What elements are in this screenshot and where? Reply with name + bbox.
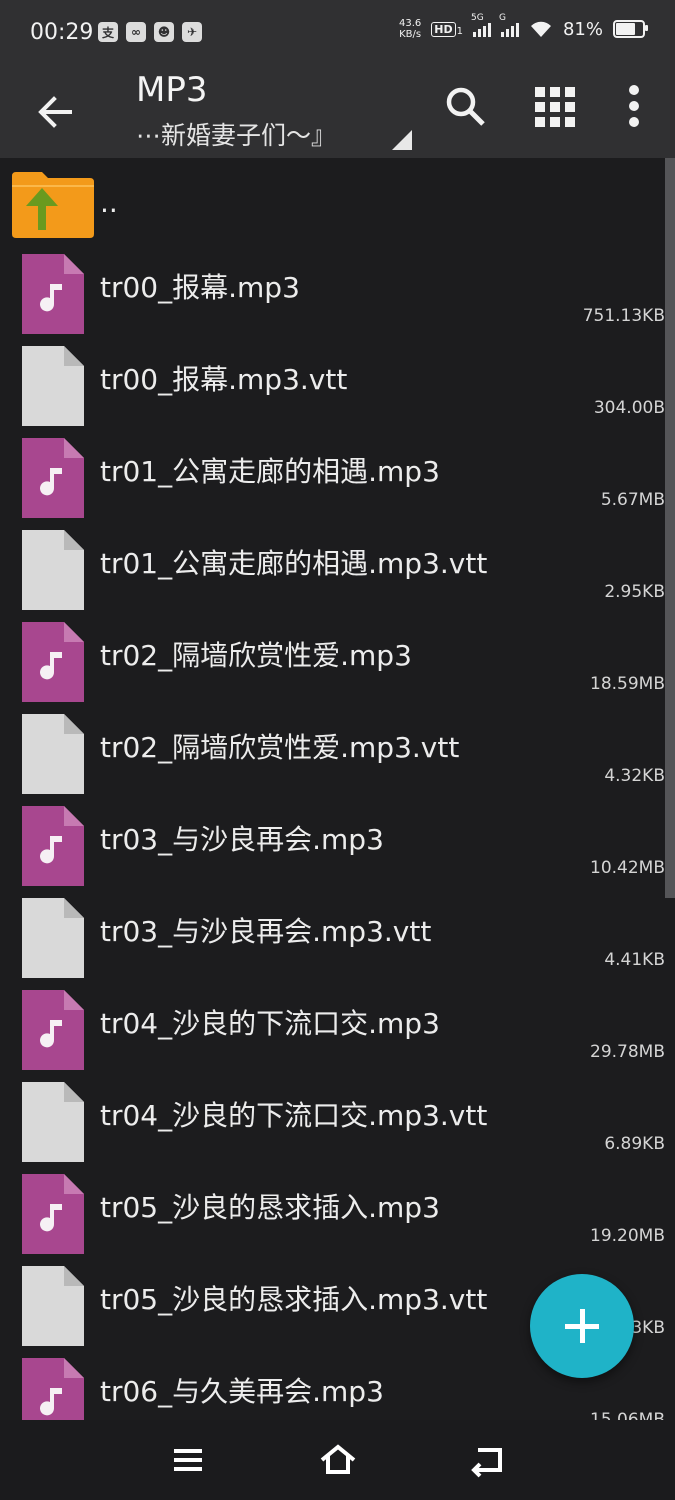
navigation-bar xyxy=(0,1420,675,1500)
audio-file-icon xyxy=(22,806,84,886)
file-row[interactable]: tr02_隔墙欣赏性爱.mp3.vtt 4.32KB xyxy=(0,706,665,798)
audio-file-icon xyxy=(22,990,84,1070)
wifi-icon xyxy=(530,21,551,37)
status-indicators: 43.6 KB/s HD 1 5G G 81% xyxy=(399,13,648,40)
file-name: tr02_隔墙欣赏性爱.mp3.vtt xyxy=(100,731,460,764)
file-row[interactable]: tr01_公寓走廊的相遇.mp3.vtt 2.95KB xyxy=(0,522,665,614)
back-nav-icon[interactable] xyxy=(468,1442,508,1478)
text-file-icon xyxy=(22,714,84,794)
battery-icon xyxy=(613,20,648,38)
text-file-icon xyxy=(22,1082,84,1162)
qq-icon: ☻ xyxy=(154,22,174,42)
page-title: MP3 xyxy=(136,70,208,110)
file-size: 18.59MB xyxy=(590,674,665,694)
text-file-icon xyxy=(22,1266,84,1346)
audio-file-icon xyxy=(22,1174,84,1254)
file-size: 2.95KB xyxy=(604,582,665,602)
parent-folder-label: .. xyxy=(100,186,118,219)
audio-file-icon xyxy=(22,438,84,518)
menu-icon[interactable] xyxy=(168,1442,208,1478)
file-name: tr05_沙良的恳求插入.mp3.vtt xyxy=(100,1283,488,1316)
file-list: .. tr00_报幕.mp3 751.13KB tr00_报幕.mp3.vtt 304… xyxy=(0,158,675,1420)
status-time: 00:29 xyxy=(30,20,94,45)
network-speed: 43.6 KB/s xyxy=(399,18,422,40)
status-bar: 00:29 支 ∞ ☻ ✈ 43.6 KB/s HD 1 5G G 81% xyxy=(0,0,675,68)
file-row[interactable]: tr00_报幕.mp3.vtt 304.00B xyxy=(0,338,665,430)
grid-view-icon[interactable] xyxy=(533,85,577,129)
file-row[interactable]: tr03_与沙良再会.mp3.vtt 4.41KB xyxy=(0,890,665,982)
file-row[interactable]: tr03_与沙良再会.mp3 10.42MB xyxy=(0,798,665,890)
link-app-icon: ∞ xyxy=(126,22,146,42)
file-size: 5.67MB xyxy=(600,490,665,510)
audio-file-icon xyxy=(22,1358,84,1420)
search-icon[interactable] xyxy=(443,84,487,128)
text-file-icon xyxy=(22,346,84,426)
audio-file-icon xyxy=(22,622,84,702)
file-name: tr00_报幕.mp3 xyxy=(100,271,300,304)
file-size: 4.32KB xyxy=(604,766,665,786)
file-name: tr02_隔墙欣赏性爱.mp3 xyxy=(100,639,412,672)
file-name: tr06_与久美再会.mp3 xyxy=(100,1375,384,1408)
text-file-icon xyxy=(22,898,84,978)
audio-file-icon xyxy=(22,254,84,334)
home-icon[interactable] xyxy=(318,1442,358,1478)
parent-folder-row[interactable]: .. xyxy=(0,158,665,246)
file-row[interactable]: tr04_沙良的下流口交.mp3.vtt 6.89KB xyxy=(0,1074,665,1166)
plus-icon[interactable] xyxy=(530,1274,634,1378)
scrollbar[interactable] xyxy=(665,158,675,898)
file-row[interactable]: tr04_沙良的下流口交.mp3 29.78MB xyxy=(0,982,665,1074)
text-file-icon xyxy=(22,530,84,610)
signal-icon: G xyxy=(499,13,519,37)
path-dropdown-icon[interactable] xyxy=(392,130,412,150)
file-name: tr04_沙良的下流口交.mp3.vtt xyxy=(100,1099,488,1132)
file-size: 3KB xyxy=(631,1318,665,1338)
more-vert-icon[interactable] xyxy=(622,84,646,128)
file-name: tr04_沙良的下流口交.mp3 xyxy=(100,1007,440,1040)
file-size: 19.20MB xyxy=(590,1226,665,1246)
file-size: 304.00B xyxy=(593,398,665,418)
file-name: tr03_与沙良再会.mp3 xyxy=(100,823,384,856)
parent-folder-icon xyxy=(12,172,94,238)
file-name: tr00_报幕.mp3.vtt xyxy=(100,363,348,396)
file-size: 29.78MB xyxy=(590,1042,665,1062)
file-name: tr03_与沙良再会.mp3.vtt xyxy=(100,915,432,948)
file-size: 751.13KB xyxy=(582,306,665,326)
file-size: 4.41KB xyxy=(604,950,665,970)
arrow-left-icon[interactable] xyxy=(30,88,78,136)
file-row[interactable]: tr00_报幕.mp3 751.13KB xyxy=(0,246,665,338)
file-name: tr01_公寓走廊的相遇.mp3 xyxy=(100,455,440,488)
file-row[interactable]: tr02_隔墙欣赏性爱.mp3 18.59MB xyxy=(0,614,665,706)
file-size: 10.42MB xyxy=(590,858,665,878)
signal-5g-icon: 5G xyxy=(471,13,491,37)
telegram-icon: ✈ xyxy=(182,22,202,42)
app-toolbar: MP3 ⋯新婚妻子们～』 xyxy=(0,68,675,158)
battery-percent: 81% xyxy=(562,18,603,40)
path-subtitle[interactable]: ⋯新婚妻子们～』 xyxy=(136,116,336,152)
file-size: 15.06MB xyxy=(590,1410,665,1420)
alipay-icon: 支 xyxy=(98,22,118,42)
file-row[interactable]: tr01_公寓走廊的相遇.mp3 5.67MB xyxy=(0,430,665,522)
hd-volte-icon: HD 1 xyxy=(431,21,463,37)
file-row[interactable]: tr05_沙良的恳求插入.mp3 19.20MB xyxy=(0,1166,665,1258)
file-name: tr05_沙良的恳求插入.mp3 xyxy=(100,1191,440,1224)
notification-icons: 支 ∞ ☻ ✈ xyxy=(98,22,202,42)
file-name: tr01_公寓走廊的相遇.mp3.vtt xyxy=(100,547,488,580)
file-size: 6.89KB xyxy=(604,1134,665,1154)
